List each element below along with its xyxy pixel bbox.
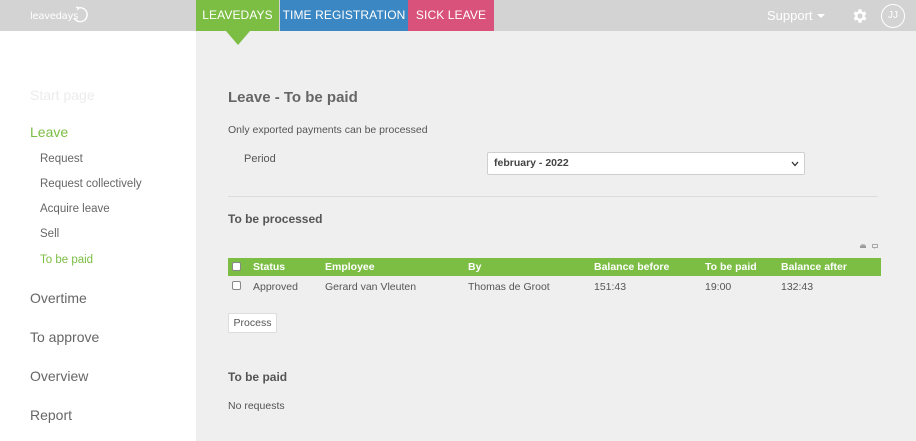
cell-to-be-paid: 19:00 [705,281,732,293]
chevron-down-icon [791,161,799,167]
logo-swoosh-icon [73,6,88,23]
logo[interactable]: leavedays [0,0,196,31]
select-all-checkbox[interactable] [232,262,241,271]
row-checkbox[interactable] [232,281,241,290]
sidebar-item-acquire-leave[interactable]: Acquire leave [40,203,110,215]
avatar[interactable]: JJ [881,4,905,28]
divider [228,196,878,197]
column-header-balance-before[interactable]: Balance before [594,258,669,276]
table-row: Approved Gerard van Vleuten Thomas de Gr… [228,278,881,296]
chevron-down-icon [816,14,825,18]
export-icon[interactable] [872,244,878,249]
empty-state-text: No requests [228,400,285,412]
gear-icon[interactable] [851,7,869,25]
cell-status: Approved [253,281,298,293]
cell-employee: Gerard van Vleuten [325,281,417,293]
tab-leavedays[interactable]: LEAVEDAYS [196,0,279,31]
sidebar-item-overview[interactable]: Overview [30,368,88,384]
cell-by: Thomas de Groot [468,281,550,293]
column-header-to-be-paid[interactable]: To be paid [705,258,757,276]
column-header-employee[interactable]: Employee [325,258,375,276]
sidebar-item-request-collectively[interactable]: Request collectively [40,178,142,190]
cell-balance-after: 132:43 [781,281,814,293]
sidebar-item-leave[interactable]: Leave [30,124,68,140]
period-label: Period [244,153,276,165]
tab-time-registration[interactable]: TIME REGISTRATION [280,0,408,31]
cell-balance-before: 151:43 [594,281,627,293]
sidebar-item-overtime[interactable]: Overtime [30,290,87,306]
sidebar-item-start-page[interactable]: Start page [30,87,95,103]
sidebar: Start page Leave Request Request collect… [0,31,196,441]
table-header: Status Employee By Balance before To be … [228,258,881,276]
main-content: Leave - To be paid Only exported payment… [196,31,916,441]
tab-sick-leave[interactable]: SICK LEAVE [408,0,494,31]
sidebar-item-report[interactable]: Report [30,407,72,423]
period-selected-value: february - 2022 [494,157,569,169]
section-heading-to-be-processed: To be processed [228,212,323,226]
top-bar: leavedays LEAVEDAYS TIME REGISTRATION SI… [0,0,916,31]
sidebar-item-request[interactable]: Request [40,153,83,165]
period-select[interactable]: february - 2022 [487,152,805,175]
sidebar-item-to-approve[interactable]: To approve [30,329,99,345]
sidebar-item-to-be-paid[interactable]: To be paid [40,254,93,266]
print-icon[interactable] [860,244,866,249]
support-menu[interactable]: Support [767,0,825,31]
process-button[interactable]: Process [228,313,277,333]
column-header-status[interactable]: Status [253,258,285,276]
sidebar-item-sell[interactable]: Sell [40,228,59,240]
page-title: Leave - To be paid [228,89,358,106]
export-notice: Only exported payments can be processed [228,124,428,136]
section-heading-to-be-paid: To be paid [228,370,288,384]
support-label: Support [767,8,813,23]
column-header-by[interactable]: By [468,258,481,276]
column-header-balance-after[interactable]: Balance after [781,258,847,276]
